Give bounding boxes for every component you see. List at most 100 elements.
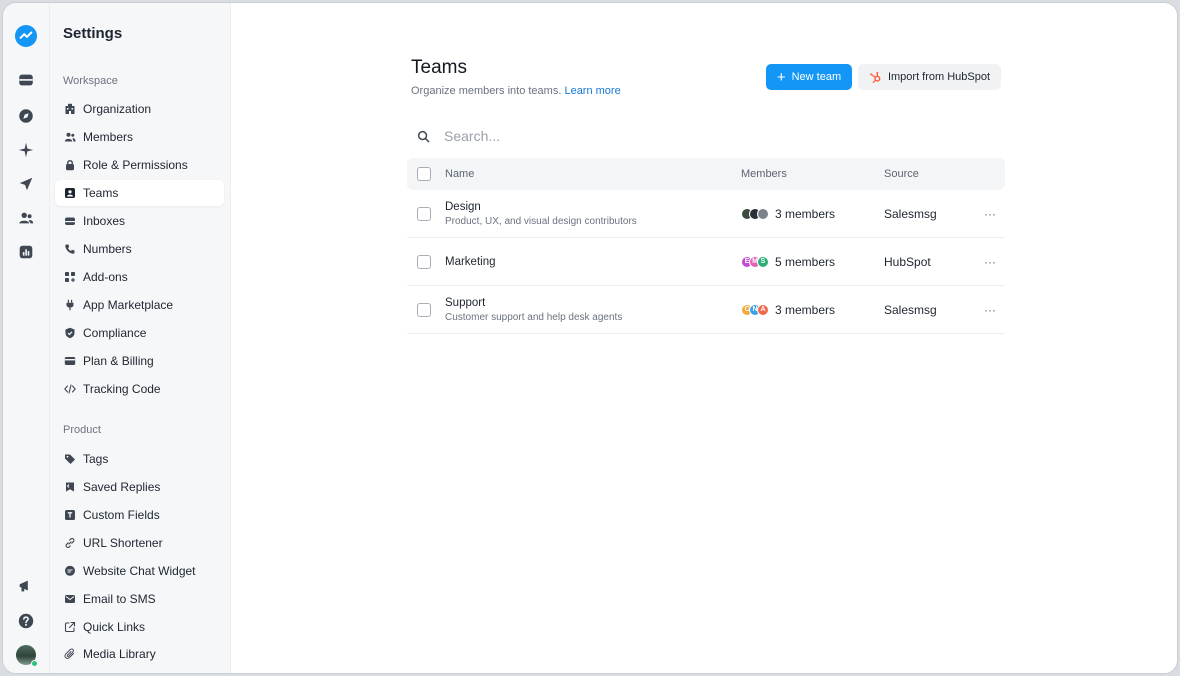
tag-icon	[63, 453, 76, 466]
source-cell: Salesmsg	[884, 206, 937, 221]
new-team-label: New team	[791, 71, 842, 83]
sidebar-item-url-shortener[interactable]: URL Shortener	[55, 530, 224, 556]
member-count: 3 members	[775, 206, 836, 221]
link-icon	[63, 537, 76, 550]
section-label-product: Product	[63, 424, 101, 436]
sidebar-item-inboxes[interactable]: Inboxes	[55, 208, 224, 234]
column-header-name[interactable]: Name	[445, 168, 741, 180]
inbox-icon[interactable]	[11, 65, 41, 95]
row-checkbox[interactable]	[417, 302, 431, 317]
sidebar-item-label: Website Chat Widget	[83, 564, 196, 578]
contacts-icon[interactable]	[11, 203, 41, 233]
row-checkbox[interactable]	[417, 206, 431, 221]
column-header-source[interactable]: Source	[884, 168, 980, 180]
sidebar-item-label: Inboxes	[83, 214, 126, 228]
sidebar-item-tracking-code[interactable]: Tracking Code	[55, 376, 224, 402]
import-hubspot-button[interactable]: Import from HubSpot	[858, 64, 1001, 90]
sidebar-item-label: Email to SMS	[83, 592, 156, 606]
more-options-icon[interactable]: ···	[980, 255, 1000, 269]
sidebar-item-label: Organization	[83, 102, 152, 116]
avatar-stack: E M S	[741, 255, 769, 268]
table-header: Name Members Source	[407, 158, 1005, 190]
send-icon[interactable]	[11, 169, 41, 199]
avatar-stack	[741, 207, 769, 220]
help-icon[interactable]	[11, 606, 41, 636]
sidebar-item-label: Role & Permissions	[83, 158, 188, 172]
paperclip-icon	[63, 648, 76, 661]
settings-sidebar: Settings Workspace Organization Members …	[50, 3, 231, 673]
sidebar-item-saved-replies[interactable]: Saved Replies	[55, 474, 224, 500]
sidebar-title: Settings	[63, 25, 123, 42]
app-window: Settings Workspace Organization Members …	[2, 2, 1178, 674]
code-icon	[63, 383, 76, 396]
reports-icon[interactable]	[11, 237, 41, 267]
online-status-dot	[31, 660, 38, 667]
credit-card-icon	[63, 355, 76, 368]
page-title: Teams	[411, 57, 467, 78]
more-options-icon[interactable]: ···	[980, 303, 1000, 317]
source-cell: Salesmsg	[884, 302, 937, 317]
sidebar-item-label: Media Library	[83, 647, 156, 661]
table-row[interactable]: Support Customer support and help desk a…	[407, 286, 1005, 334]
search-input[interactable]	[444, 128, 844, 144]
sidebar-item-members[interactable]: Members	[55, 124, 224, 150]
megaphone-icon[interactable]	[11, 571, 41, 601]
sidebar-item-tags[interactable]: Tags	[55, 446, 224, 472]
avatar-stack: C N A	[741, 303, 769, 316]
sidebar-item-label: Tracking Code	[83, 382, 161, 396]
phone-icon	[63, 243, 76, 256]
sidebar-item-plan-billing[interactable]: Plan & Billing	[55, 348, 224, 374]
sidebar-item-numbers[interactable]: Numbers	[55, 236, 224, 262]
sidebar-item-app-marketplace[interactable]: App Marketplace	[55, 292, 224, 318]
team-description: Customer support and help desk agents	[445, 311, 623, 323]
sidebar-item-add-ons[interactable]: Add-ons	[55, 264, 224, 290]
source-cell: HubSpot	[884, 254, 931, 269]
sidebar-item-teams[interactable]: Teams	[55, 180, 224, 206]
avatar: A	[757, 303, 769, 316]
plug-icon	[63, 299, 76, 312]
add-ons-icon	[63, 271, 76, 284]
sidebar-item-media-library[interactable]: Media Library	[55, 641, 224, 667]
sidebar-item-quick-links[interactable]: Quick Links	[55, 614, 224, 640]
compass-icon[interactable]	[11, 101, 41, 131]
logo-icon[interactable]	[11, 21, 41, 51]
sidebar-item-label: Numbers	[83, 242, 132, 256]
sidebar-item-label: Saved Replies	[83, 480, 161, 494]
avatar: S	[757, 255, 769, 268]
learn-more-link[interactable]: Learn more	[564, 85, 620, 97]
team-name-cell: Design Product, UX, and visual design co…	[445, 201, 741, 227]
icon-rail	[3, 3, 50, 673]
sidebar-item-website-chat-widget[interactable]: Website Chat Widget	[55, 558, 224, 584]
mail-icon	[63, 593, 76, 606]
table-row[interactable]: Design Product, UX, and visual design co…	[407, 190, 1005, 238]
sidebar-item-custom-fields[interactable]: Custom Fields	[55, 502, 224, 528]
subtitle-text: Organize members into teams.	[411, 85, 562, 97]
sidebar-item-label: Custom Fields	[83, 508, 160, 522]
sidebar-item-organization[interactable]: Organization	[55, 96, 224, 122]
more-options-icon[interactable]: ···	[980, 207, 1000, 221]
custom-fields-icon	[63, 509, 76, 522]
team-name-cell: Marketing	[445, 256, 741, 268]
sidebar-item-label: URL Shortener	[83, 536, 163, 550]
sidebar-item-label: Members	[83, 130, 134, 144]
plus-icon: +	[776, 68, 786, 86]
column-header-members[interactable]: Members	[741, 168, 884, 180]
sidebar-item-compliance[interactable]: Compliance	[55, 320, 224, 346]
hubspot-icon	[870, 71, 881, 83]
sidebar-item-label: Quick Links	[83, 620, 146, 634]
sparkle-icon[interactable]	[11, 135, 41, 165]
table-row[interactable]: Marketing E M S 5 members HubSpot ···	[407, 238, 1005, 286]
page-subtitle: Organize members into teams. Learn more	[411, 85, 621, 97]
section-label-workspace: Workspace	[63, 75, 118, 87]
sidebar-item-email-to-sms[interactable]: Email to SMS	[55, 586, 224, 612]
team-name-cell: Support Customer support and help desk a…	[445, 297, 741, 323]
row-checkbox[interactable]	[417, 254, 431, 269]
select-all-checkbox[interactable]	[417, 167, 431, 181]
saved-replies-icon	[63, 481, 76, 494]
new-team-button[interactable]: + New team	[766, 64, 852, 90]
team-name: Design	[445, 200, 481, 213]
sidebar-item-label: Compliance	[83, 326, 147, 340]
user-avatar[interactable]	[11, 640, 41, 670]
members-cell: 3 members	[741, 207, 884, 221]
sidebar-item-role-permissions[interactable]: Role & Permissions	[55, 152, 224, 178]
